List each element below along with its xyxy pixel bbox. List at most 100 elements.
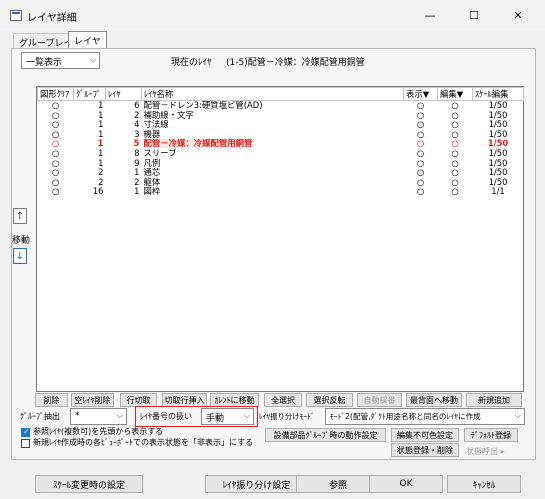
cell-group[interactable]: 1 [74,101,106,111]
cell-show[interactable]: ○ [404,120,438,130]
col-name[interactable]: ﾚｲﾔ名称 [141,87,404,101]
cell-layer[interactable]: 3 [106,130,142,140]
state-register-button[interactable]: 状態登録・削除 [391,443,459,457]
cell-name[interactable]: 補助線・文字 [142,111,404,121]
cell-group[interactable]: 2 [74,168,106,178]
cell-scale[interactable]: 1/50 [473,111,524,121]
ref-layer-checkbox[interactable] [21,427,30,437]
edit-lock-color-button[interactable]: 編集不可色設定 [391,428,459,442]
cell-name[interactable]: 通芯 [142,168,404,178]
cell-clear[interactable]: ○ [38,139,74,149]
layer-number-select[interactable]: 手動 ⌵ [201,408,254,425]
delete-empty-layer-button[interactable]: 空ﾚｲﾔ削除 [71,393,114,407]
table-row[interactable]: ○ 2 1 通芯 ○ ○ 1/50 [38,168,524,178]
move-up-button[interactable]: ↑ [13,208,27,224]
cell-clear[interactable]: ○ [38,120,74,130]
cell-show[interactable]: ○ [404,101,438,111]
cell-scale[interactable]: 1/50 [473,120,524,130]
scale-change-settings-button[interactable]: ｽｹｰﾙ変更時の設定 [35,475,143,493]
cell-show[interactable]: ○ [404,149,438,159]
move-down-button[interactable]: ↓ [13,248,27,264]
browse-button[interactable]: 参照 [296,475,380,493]
cell-clear[interactable]: ○ [38,168,74,178]
cell-clear[interactable]: ○ [38,187,74,197]
cell-scale[interactable]: 1/50 [473,159,524,169]
move-to-back-button[interactable]: 最背面へ移動 [406,393,462,407]
new-layer-hidden-checkbox[interactable] [21,439,30,448]
group-extract-select[interactable]: * ⌵ [70,408,127,425]
cancel-button[interactable]: ｷｬﾝｾﾙ [447,475,521,493]
cell-layer[interactable]: 6 [106,101,142,111]
layer-split-select[interactable]: ﾓｰﾄﾞ2(配管,ﾀﾞｸﾄ用途名称と同名のﾚｲﾔに作成 ⌵ [325,408,525,425]
cell-clear[interactable]: ○ [38,101,74,111]
col-show[interactable]: 表示▼ [403,87,438,101]
col-scale[interactable]: ｽｹｰﾙ編集 [472,87,524,101]
cell-clear[interactable]: ○ [38,130,74,140]
cell-edit[interactable]: ○ [438,159,473,169]
maximize-button[interactable]: ☐ [452,3,496,27]
table-row[interactable]: ○ 1 5 配管－冷媒：冷媒配管用銅管 ○ ○ 1/50 [38,139,524,149]
cell-group[interactable]: 2 [74,178,106,188]
cell-name[interactable]: 配管－ドレン3:硬質塩ビ管(AD) [142,101,404,111]
cell-group[interactable]: 1 [74,111,106,121]
cell-scale[interactable]: 1/50 [473,168,524,178]
cell-scale[interactable]: 1/50 [473,130,524,140]
table-row[interactable]: ○ 2 2 躯体 ○ ○ 1/50 [38,178,524,188]
cell-clear[interactable]: ○ [38,111,74,121]
table-row[interactable]: ○ 1 9 凡例 ○ ○ 1/50 [38,159,524,169]
group-action-settings-button[interactable]: 設備部品ｸﾞﾙｰﾌﾟ時の動作設定 [265,428,386,442]
cell-edit[interactable]: ○ [438,187,473,197]
cell-show[interactable]: ○ [404,178,438,188]
state-call-button[interactable]: 状態呼出 ▸ [466,446,505,457]
table-row[interactable]: ○ 16 1 図枠 ○ ○ 1/1 [38,187,524,197]
cell-name[interactable]: 凡例 [142,159,404,169]
insert-cut-row-button[interactable]: 切取行挿入 [162,393,207,407]
cell-edit[interactable]: ○ [438,120,473,130]
col-edit[interactable]: 編集▼ [437,87,473,101]
cell-layer[interactable]: 1 [106,168,142,178]
close-button[interactable]: ✕ [496,3,540,27]
cell-scale[interactable]: 1/50 [473,178,524,188]
cut-row-button[interactable]: 行切取 [120,393,157,407]
table-row[interactable]: ○ 1 8 スリーブ ○ ○ 1/50 [38,149,524,159]
select-all-button[interactable]: 全選択 [264,393,302,407]
cell-scale[interactable]: 1/1 [473,187,524,197]
cell-layer[interactable]: 9 [106,159,142,169]
cell-clear[interactable]: ○ [38,159,74,169]
cell-group[interactable]: 16 [74,187,106,197]
minimize-button[interactable]: — [408,3,452,27]
cell-layer[interactable]: 2 [106,178,142,188]
cell-edit[interactable]: ○ [438,130,473,140]
cell-group[interactable]: 1 [74,130,106,140]
invert-selection-button[interactable]: 選択反転 [306,393,353,407]
cell-scale[interactable]: 1/50 [473,139,524,149]
move-to-current-button[interactable]: ｶﾚﾝﾄに移動 [210,393,259,407]
table-row[interactable]: ○ 1 4 寸法線 ○ ○ 1/50 [38,120,524,130]
tab-layer[interactable]: レイヤ [68,31,107,49]
auto-number-button[interactable]: 自動採番 [357,393,402,407]
cell-layer[interactable]: 4 [106,120,142,130]
cell-show[interactable]: ○ [404,130,438,140]
cell-name[interactable]: 図枠 [142,187,404,197]
cell-edit[interactable]: ○ [438,139,473,149]
view-mode-select[interactable]: 一覧表示 ⌵ [21,52,100,69]
cell-layer[interactable]: 5 [106,139,142,149]
cell-show[interactable]: ○ [404,111,438,121]
cell-edit[interactable]: ○ [438,168,473,178]
cell-layer[interactable]: 1 [106,187,142,197]
table-row[interactable]: ○ 1 3 機器 ○ ○ 1/50 [38,130,524,140]
add-new-button[interactable]: 新規追加 [466,393,522,407]
cell-name[interactable]: 躯体 [142,178,404,188]
cell-scale[interactable]: 1/50 [473,149,524,159]
table-row[interactable]: ○ 1 6 配管－ドレン3:硬質塩ビ管(AD) ○ ○ 1/50 [38,101,524,111]
cell-edit[interactable]: ○ [438,111,473,121]
cell-name[interactable]: 配管－冷媒：冷媒配管用銅管 [142,139,404,149]
cell-name[interactable]: 寸法線 [142,120,404,130]
cell-group[interactable]: 1 [74,149,106,159]
col-group[interactable]: ｸﾞﾙｰﾌﾟ [73,87,106,101]
cell-layer[interactable]: 8 [106,149,142,159]
layer-list[interactable]: 図形ｸﾘｱ ｸﾞﾙｰﾌﾟ ﾚｲﾔ ﾚｲﾔ名称 表示▼ 編集▼ ｽｹｰﾙ編集 ○ 1… [36,86,524,392]
cell-layer[interactable]: 2 [106,111,142,121]
cell-name[interactable]: スリーブ [142,149,404,159]
cell-group[interactable]: 1 [74,120,106,130]
